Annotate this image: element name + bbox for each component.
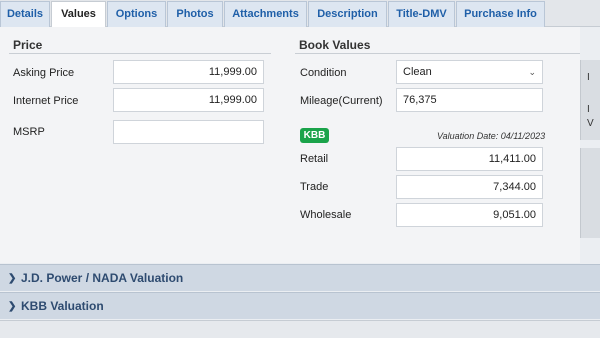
tab-title-dmv[interactable]: Title-DMV	[388, 1, 455, 27]
retail-label: Retail	[300, 153, 329, 165]
price-divider	[9, 53, 271, 54]
wholesale-label: Wholesale	[300, 209, 352, 221]
asking-price-label: Asking Price	[13, 67, 75, 79]
internet-price-label: Internet Price	[13, 95, 79, 107]
valuation-date: Valuation Date: 04/11/2023	[437, 131, 546, 141]
internet-price-field[interactable]: 11,999.00	[113, 88, 264, 112]
asking-price-field[interactable]: 11,999.00	[113, 60, 264, 84]
mileage-label-suffix: (Current)	[338, 95, 383, 107]
kbb-valuation-label: KBB Valuation	[21, 299, 104, 313]
tab-values[interactable]: Values	[51, 1, 106, 28]
tab-attachments[interactable]: Attachments	[224, 1, 307, 27]
side-char-1: I	[587, 72, 590, 83]
condition-value: Clean	[403, 66, 432, 78]
side-panel-bottom	[580, 148, 600, 238]
tab-photos[interactable]: Photos	[167, 1, 223, 27]
tab-description[interactable]: Description	[308, 1, 387, 27]
book-values-title: Book Values	[299, 38, 371, 52]
mileage-label: Mileage(Current)	[300, 95, 383, 107]
msrp-label: MSRP	[13, 126, 45, 138]
side-panel-top: I I V	[580, 60, 600, 140]
chevron-right-icon: ❯	[8, 273, 17, 284]
values-panel: Price Asking Price 11,999.00 Internet Pr…	[0, 27, 580, 263]
mileage-field[interactable]: 76,375	[396, 88, 543, 112]
tab-options[interactable]: Options	[107, 1, 166, 27]
chevron-down-icon: ⌄	[528, 67, 536, 77]
kbb-valuation-section[interactable]: ❯ KBB Valuation	[0, 292, 600, 319]
condition-label: Condition	[300, 67, 347, 79]
trade-label: Trade	[300, 181, 329, 193]
condition-select[interactable]: Clean ⌄	[396, 60, 543, 84]
wholesale-field[interactable]: 9,051.00	[396, 203, 543, 227]
book-values-divider	[295, 53, 580, 54]
tab-details[interactable]: Details	[0, 1, 50, 27]
price-section-title: Price	[13, 38, 43, 52]
side-char-2: I	[587, 104, 590, 115]
chevron-right-icon: ❯	[8, 301, 17, 312]
msrp-field[interactable]	[113, 120, 264, 144]
bottom-strip	[0, 320, 600, 338]
side-char-3: V	[587, 118, 594, 129]
mileage-label-text: Mileage	[300, 95, 339, 107]
jd-power-nada-label: J.D. Power / NADA Valuation	[21, 271, 184, 285]
retail-field[interactable]: 11,411.00	[396, 147, 543, 171]
trade-field[interactable]: 7,344.00	[396, 175, 543, 199]
tab-bar: Details Values Options Photos Attachment…	[0, 0, 600, 28]
tab-purchase-info[interactable]: Purchase Info	[456, 1, 545, 27]
jd-power-nada-section[interactable]: ❯ J.D. Power / NADA Valuation	[0, 264, 600, 291]
kbb-badge: KBB	[300, 128, 329, 143]
